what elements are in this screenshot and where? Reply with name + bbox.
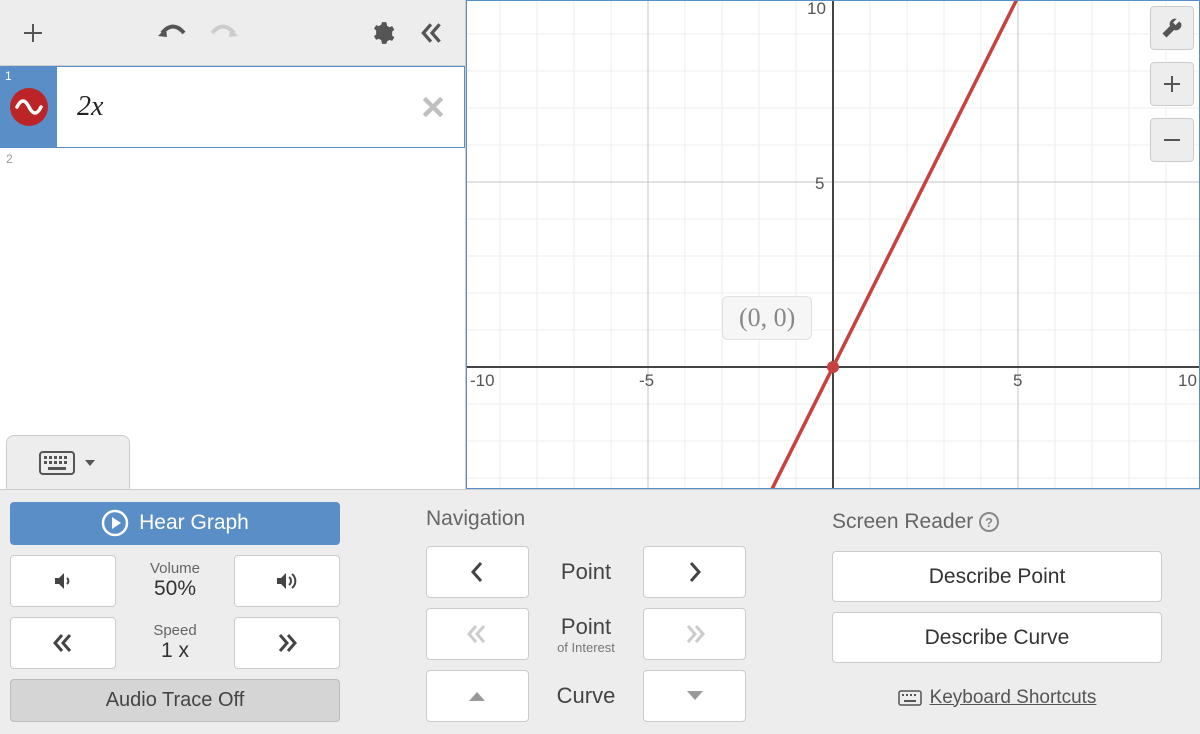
settings-button[interactable]	[357, 8, 407, 58]
minus-icon	[1163, 131, 1181, 149]
redo-icon	[208, 22, 238, 44]
next-point-button[interactable]	[643, 546, 746, 598]
describe-point-button[interactable]: Describe Point	[832, 551, 1162, 602]
volume-label: Volume	[150, 560, 200, 577]
hear-graph-label: Hear Graph	[139, 511, 249, 535]
expression-index-number: 1	[5, 69, 12, 83]
plus-icon	[1163, 75, 1181, 93]
volume-display: Volume 50%	[122, 555, 228, 607]
expression-row-empty[interactable]: 2	[0, 148, 465, 170]
expression-list: 1 2x 2	[0, 66, 465, 489]
expression-index: 1	[1, 67, 57, 147]
graph-panel[interactable]: -10 -5 5 10 5 10 (0, 0)	[466, 0, 1200, 489]
speed-display: Speed 1 x	[122, 617, 228, 669]
svg-text:?: ?	[985, 515, 993, 530]
keyboard-toggle-button[interactable]	[6, 435, 130, 489]
curve-label: Curve	[535, 670, 638, 722]
chevron-right-icon	[687, 560, 703, 584]
keyboard-shortcuts-link[interactable]: Keyboard Shortcuts	[832, 673, 1162, 722]
volume-up-button[interactable]	[234, 555, 340, 607]
volume-low-icon	[51, 569, 75, 593]
expression-delete-button[interactable]	[408, 82, 458, 132]
hear-graph-button[interactable]: Hear Graph	[10, 502, 340, 545]
axis-tick-label: -5	[639, 371, 654, 390]
volume-down-button[interactable]	[10, 555, 116, 607]
help-icon[interactable]: ?	[979, 512, 999, 532]
describe-curve-label: Describe Curve	[925, 626, 1070, 650]
collapse-button[interactable]	[407, 8, 457, 58]
toolbar	[0, 0, 465, 66]
axis-tick-label: 10	[807, 0, 826, 18]
describe-point-label: Describe Point	[929, 565, 1066, 589]
expression-index-number: 2	[0, 148, 19, 170]
point-label: Point	[535, 546, 638, 598]
navigation-controls: Navigation Point Point of Interest	[426, 502, 746, 722]
speed-up-button[interactable]	[234, 617, 340, 669]
audio-trace-off-button[interactable]: Audio Trace Off	[10, 679, 340, 722]
gear-icon	[369, 20, 395, 46]
redo-button[interactable]	[198, 8, 248, 58]
chevron-down-icon	[83, 456, 97, 470]
expression-panel: 1 2x 2	[0, 0, 466, 489]
keyboard-icon	[898, 690, 922, 706]
zoom-in-button[interactable]	[1150, 62, 1194, 106]
trace-point-marker[interactable]	[827, 361, 839, 373]
speed-value: 1 x	[161, 639, 189, 663]
axis-tick-label: -10	[470, 371, 495, 390]
chevron-left-double-icon	[419, 20, 445, 46]
nav-row-label: Curve	[557, 683, 616, 709]
volume-value: 50%	[154, 577, 196, 601]
wave-icon	[14, 92, 44, 122]
poi-label: Point of Interest	[535, 608, 638, 660]
axis-tick-label: 5	[1013, 371, 1022, 390]
axis-tick-label: 5	[815, 174, 824, 193]
chevron-right-double-icon	[275, 631, 299, 655]
audio-trace-panel: Hear Graph Volume 50% Speed 1 x	[0, 489, 1200, 734]
expression-text[interactable]: 2x	[57, 91, 408, 123]
expression-color-icon[interactable]	[10, 88, 48, 126]
graph-settings-button[interactable]	[1150, 6, 1194, 50]
graph-canvas[interactable]: -10 -5 5 10 5 10	[466, 0, 1200, 489]
chevron-left-icon	[469, 560, 485, 584]
nav-row-label: Point	[561, 614, 611, 640]
prev-curve-button[interactable]	[426, 670, 529, 722]
chevron-right-double-icon	[683, 622, 707, 646]
volume-high-icon	[274, 569, 300, 593]
audio-trace-off-label: Audio Trace Off	[106, 689, 245, 712]
axis-tick-label: 10	[1178, 371, 1197, 390]
wrench-icon	[1161, 17, 1183, 39]
chevron-left-double-icon	[51, 631, 75, 655]
graph-controls	[1150, 6, 1194, 162]
keyboard-shortcuts-label: Keyboard Shortcuts	[930, 687, 1097, 709]
keyboard-icon	[39, 451, 75, 475]
undo-icon	[158, 22, 188, 44]
nav-row-sublabel: of Interest	[557, 640, 615, 655]
screen-reader-controls: Screen Reader ? Describe Point Describe …	[832, 502, 1162, 722]
describe-curve-button[interactable]: Describe Curve	[832, 612, 1162, 663]
audio-controls: Hear Graph Volume 50% Speed 1 x	[10, 502, 340, 722]
triangle-up-icon	[467, 689, 487, 703]
prev-poi-button[interactable]	[426, 608, 529, 660]
plus-icon	[21, 21, 45, 45]
close-icon	[420, 94, 446, 120]
zoom-out-button[interactable]	[1150, 118, 1194, 162]
navigation-heading: Navigation	[426, 502, 746, 536]
next-curve-button[interactable]	[643, 670, 746, 722]
chevron-left-double-icon	[465, 622, 489, 646]
screen-reader-heading-text: Screen Reader	[832, 510, 973, 534]
triangle-down-icon	[685, 689, 705, 703]
prev-point-button[interactable]	[426, 546, 529, 598]
nav-row-label: Point	[561, 559, 611, 585]
trace-point-label: (0, 0)	[722, 296, 812, 340]
screen-reader-heading: Screen Reader ?	[832, 502, 1162, 541]
expression-row[interactable]: 1 2x	[0, 66, 465, 148]
next-poi-button[interactable]	[643, 608, 746, 660]
speed-label: Speed	[153, 622, 196, 639]
undo-button[interactable]	[148, 8, 198, 58]
speed-down-button[interactable]	[10, 617, 116, 669]
play-circle-icon	[101, 509, 129, 537]
add-button[interactable]	[8, 8, 58, 58]
